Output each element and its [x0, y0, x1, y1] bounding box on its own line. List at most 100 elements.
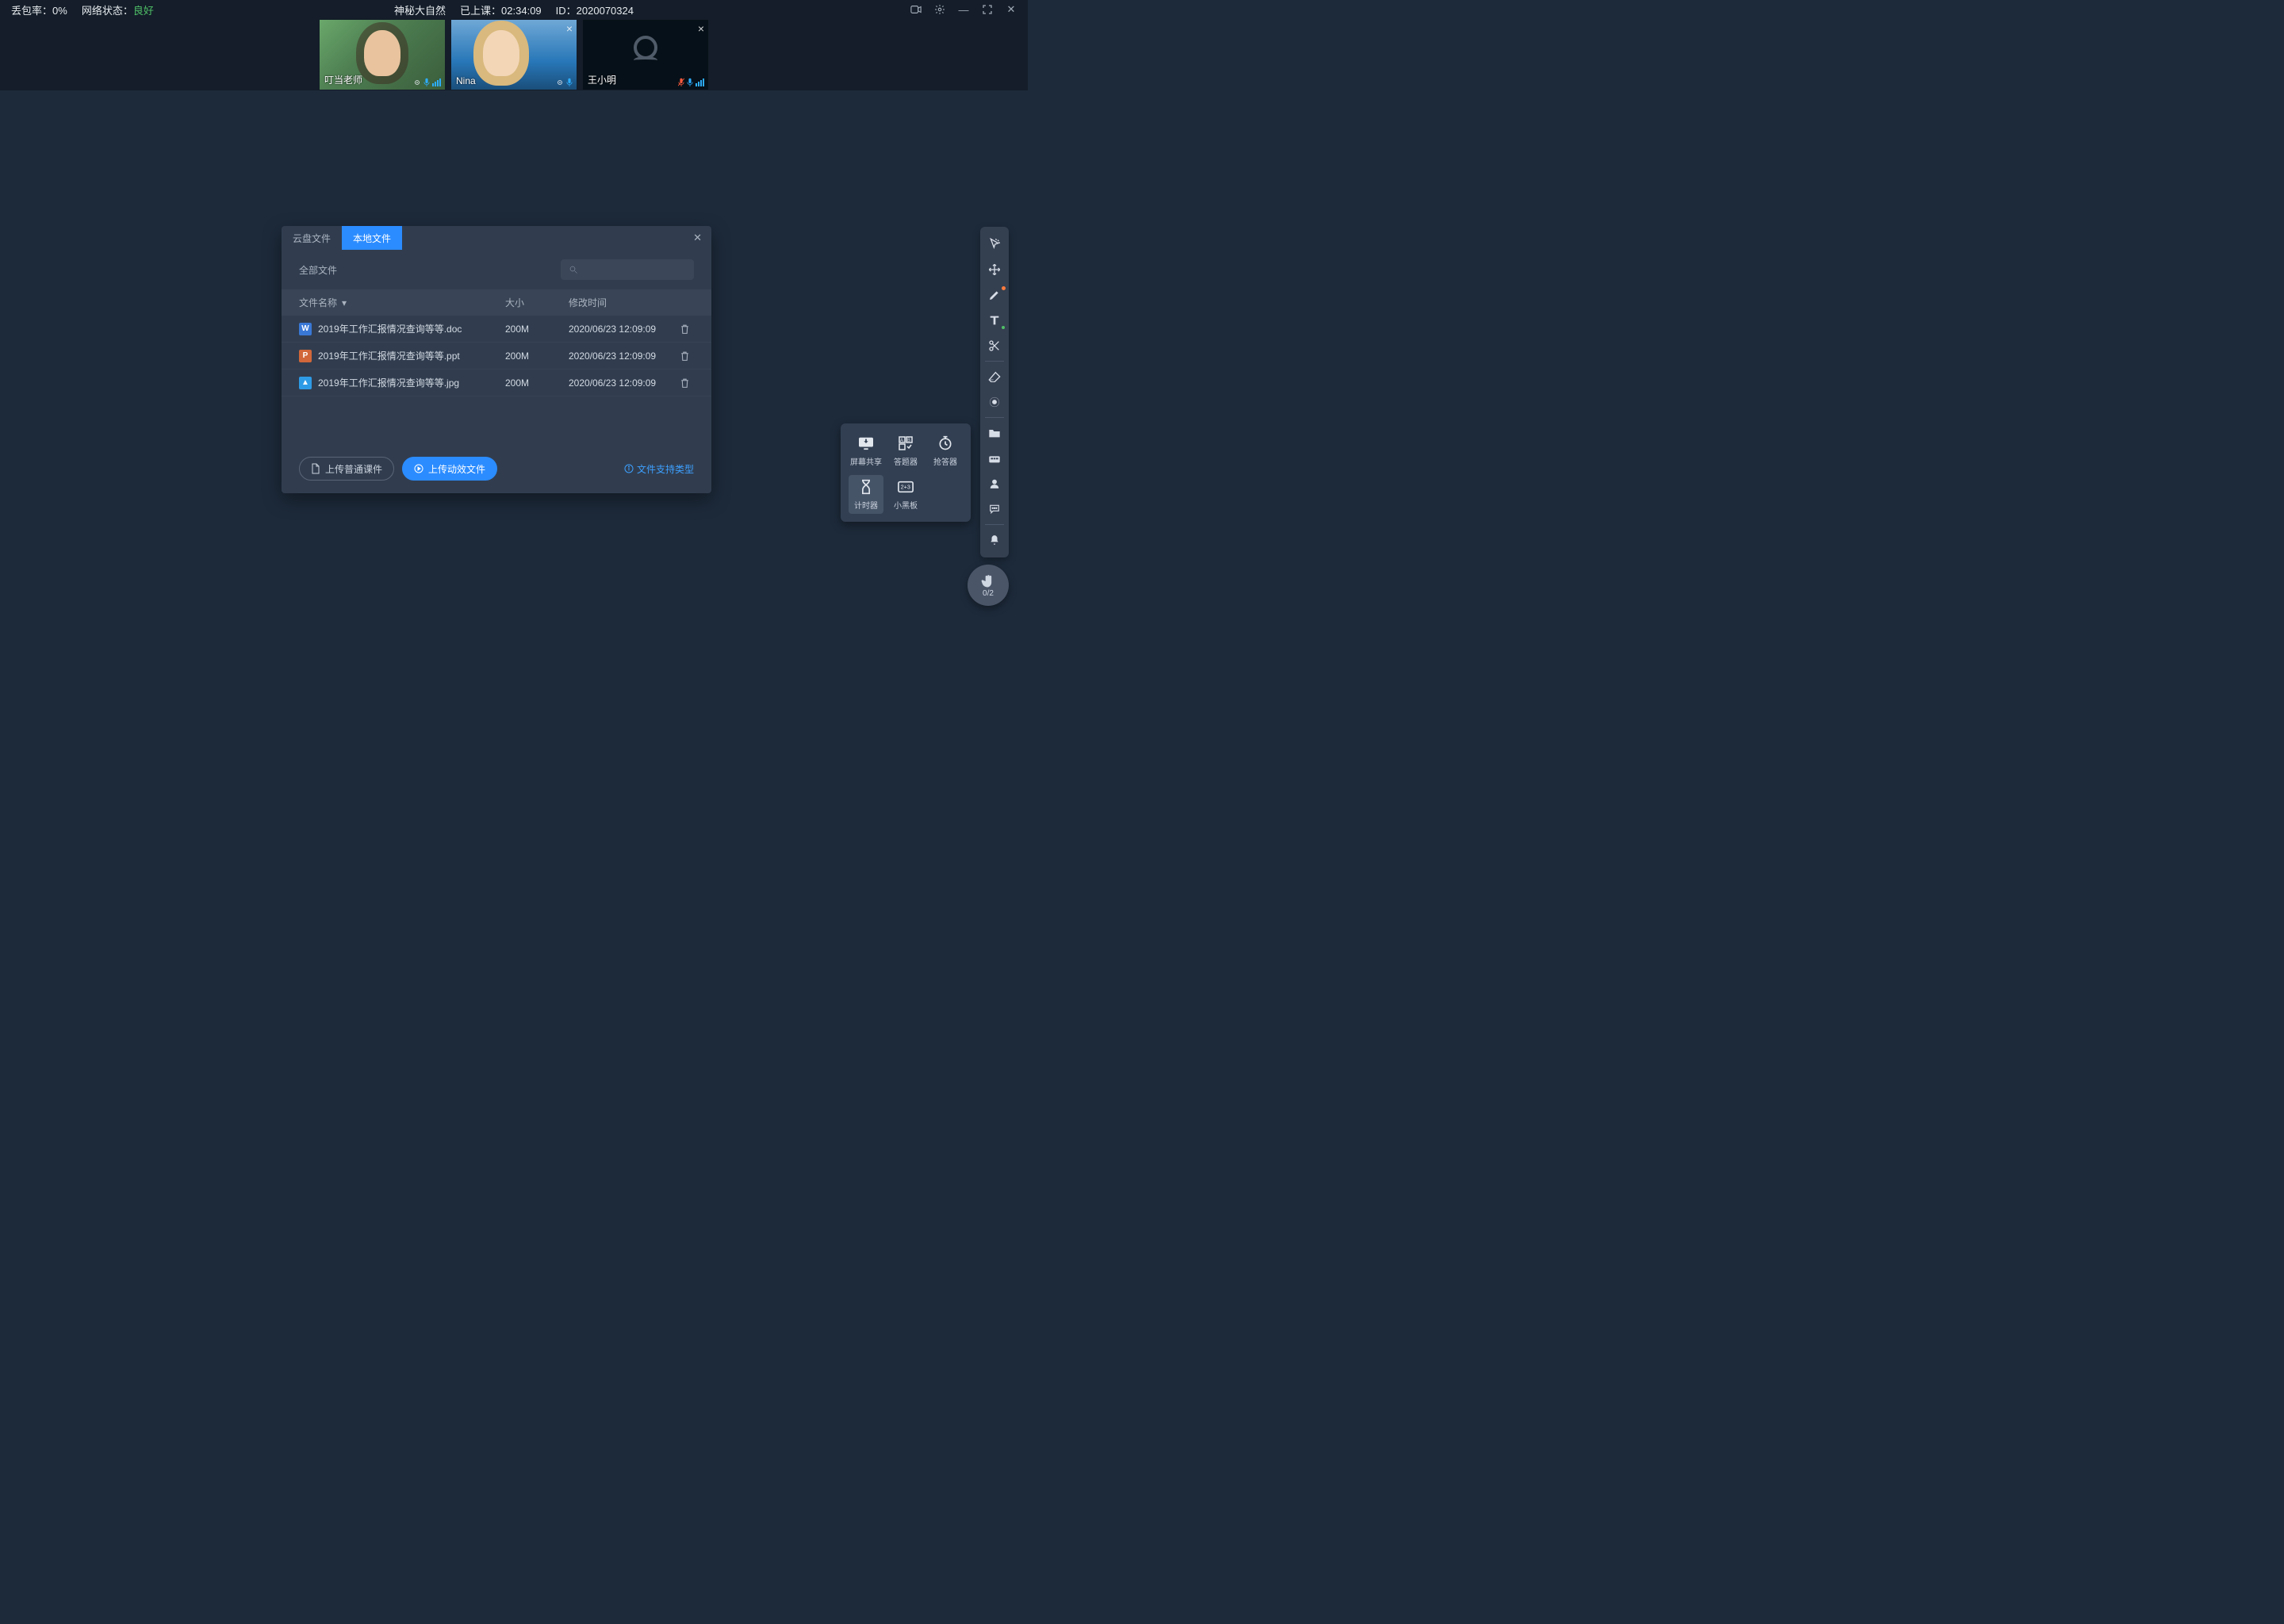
tool-screen-share[interactable]: 屏幕共享 — [849, 431, 883, 470]
col-mtime[interactable]: 修改时间 — [569, 296, 680, 309]
gear-icon[interactable] — [934, 4, 945, 15]
rail-scissors[interactable] — [980, 333, 1009, 358]
col-name[interactable]: 文件名称▾ — [299, 296, 505, 309]
play-circle-icon — [414, 464, 423, 473]
maximize-icon[interactable] — [982, 4, 993, 15]
toolbox-popup: 屏幕共享 AB 答题器 抢答器 计时器 2+3 小黑板 — [841, 423, 971, 522]
rail-folder[interactable] — [980, 420, 1009, 446]
camera-icon — [556, 79, 564, 86]
video-tile-student-2[interactable]: × 王小明 — [583, 20, 708, 90]
user-icon — [989, 478, 1000, 489]
search-input[interactable] — [561, 259, 694, 280]
col-size[interactable]: 大小 — [505, 296, 569, 309]
bell-icon — [989, 534, 1000, 546]
search-icon — [569, 265, 578, 274]
loss-value: 0% — [52, 5, 67, 17]
tool-mini-board[interactable]: 2+3 小黑板 — [888, 475, 923, 514]
table-row[interactable]: P2019年工作汇报情况查询等等.ppt200M2020/06/23 12:09… — [282, 343, 711, 370]
table-header: 文件名称▾ 大小 修改时间 — [282, 289, 711, 316]
status-bar: 丢包率：0% 网络状态：良好 神秘大自然 已上课：02:34:09 ID：202… — [0, 0, 1028, 19]
tile-close-icon[interactable]: × — [566, 22, 573, 35]
file-mtime: 2020/06/23 12:09:09 — [569, 377, 680, 389]
sort-icon: ▾ — [342, 297, 347, 308]
file-name: 2019年工作汇报情况查询等等.doc — [318, 322, 462, 335]
file-type-icon: P — [299, 350, 312, 362]
delete-button[interactable] — [680, 377, 711, 389]
upload-anim-button[interactable]: 上传动效文件 — [402, 457, 497, 481]
rail-chat[interactable] — [980, 496, 1009, 522]
participant-name: 叮当老师 — [324, 73, 362, 86]
dialog-close-icon[interactable]: ✕ — [693, 232, 702, 244]
delete-button[interactable] — [680, 324, 711, 335]
tool-timer[interactable]: 计时器 — [849, 475, 883, 514]
rail-eraser[interactable] — [980, 364, 1009, 389]
chat-icon — [989, 504, 1000, 515]
net-value: 良好 — [133, 5, 154, 17]
participant-name: 王小明 — [588, 73, 616, 86]
tool-rail — [980, 227, 1009, 557]
pen-icon — [988, 289, 1001, 301]
rail-text[interactable] — [980, 308, 1009, 333]
timer-icon — [857, 478, 875, 496]
svg-text:B: B — [907, 439, 910, 443]
info-icon — [624, 464, 634, 473]
net-label: 网络状态： — [82, 5, 133, 17]
minimize-icon[interactable]: — — [958, 4, 969, 15]
loss-label: 丢包率： — [11, 5, 52, 17]
participant-name: Nina — [456, 75, 476, 86]
camera-icon — [413, 79, 421, 86]
hand-icon — [980, 573, 996, 589]
mic-icon — [566, 78, 573, 86]
mic-icon — [687, 78, 693, 86]
tool-answer[interactable]: AB 答题器 — [888, 431, 923, 470]
scissors-icon — [988, 339, 1001, 352]
rail-user[interactable] — [980, 471, 1009, 496]
tab-local-files[interactable]: 本地文件 — [342, 226, 402, 250]
mic-icon — [423, 78, 430, 86]
signal-bars-icon — [432, 79, 441, 86]
rail-spotlight[interactable] — [980, 389, 1009, 415]
eraser-icon — [988, 371, 1001, 382]
video-tile-student-1[interactable]: × Nina — [451, 20, 577, 90]
tile-close-icon[interactable]: × — [698, 22, 704, 35]
session-id: 2020070324 — [577, 5, 634, 17]
buzzer-icon — [937, 435, 954, 452]
filter-label[interactable]: 全部文件 — [299, 263, 337, 277]
tab-cloud-files[interactable]: 云盘文件 — [282, 226, 342, 250]
file-size: 200M — [505, 324, 569, 335]
rail-pointer[interactable] — [980, 232, 1009, 257]
file-type-icon: W — [299, 323, 312, 335]
upload-plain-button[interactable]: 上传普通课件 — [299, 457, 394, 481]
hand-count: 0/2 — [983, 589, 994, 598]
delete-button[interactable] — [680, 350, 711, 362]
mini-board-icon: 2+3 — [897, 478, 914, 496]
video-strip: 叮当老师 × Nina × 王小明 — [0, 19, 1028, 90]
folder-icon — [988, 427, 1001, 439]
screen-share-icon — [857, 435, 875, 452]
apps-icon — [988, 453, 1001, 464]
supported-types-link[interactable]: 文件支持类型 — [624, 462, 694, 476]
move-icon — [988, 263, 1001, 276]
answer-tool-icon: AB — [897, 435, 914, 452]
video-tile-teacher[interactable]: 叮当老师 — [320, 20, 445, 90]
rail-bell[interactable] — [980, 527, 1009, 553]
record-icon[interactable] — [910, 4, 922, 15]
file-size: 200M — [505, 377, 569, 389]
class-title: 神秘大自然 — [394, 2, 446, 17]
mic-muted-icon — [678, 78, 684, 86]
tool-buzzer[interactable]: 抢答器 — [928, 431, 963, 470]
close-icon[interactable]: ✕ — [1006, 4, 1017, 15]
camera-off-icon — [634, 36, 657, 59]
file-dialog: 云盘文件 本地文件 ✕ 全部文件 文件名称▾ 大小 修改时间 W 2019年工作汇… — [282, 226, 711, 493]
rail-move[interactable] — [980, 257, 1009, 282]
rail-pen[interactable] — [980, 282, 1009, 308]
pointer-icon — [988, 238, 1001, 251]
file-mtime: 2020/06/23 12:09:09 — [569, 324, 680, 335]
table-row[interactable]: W 2019年工作汇报情况查询等等.doc 200M2020/06/23 12:09… — [282, 316, 711, 343]
table-row[interactable]: ▲2019年工作汇报情况查询等等.jpg200M2020/06/23 12:09… — [282, 370, 711, 396]
elapsed-time: 02:34:09 — [501, 5, 542, 17]
svg-text:A: A — [900, 439, 903, 443]
rail-apps[interactable] — [980, 446, 1009, 471]
document-icon — [311, 463, 320, 474]
raise-hand-button[interactable]: 0/2 — [968, 565, 1009, 606]
